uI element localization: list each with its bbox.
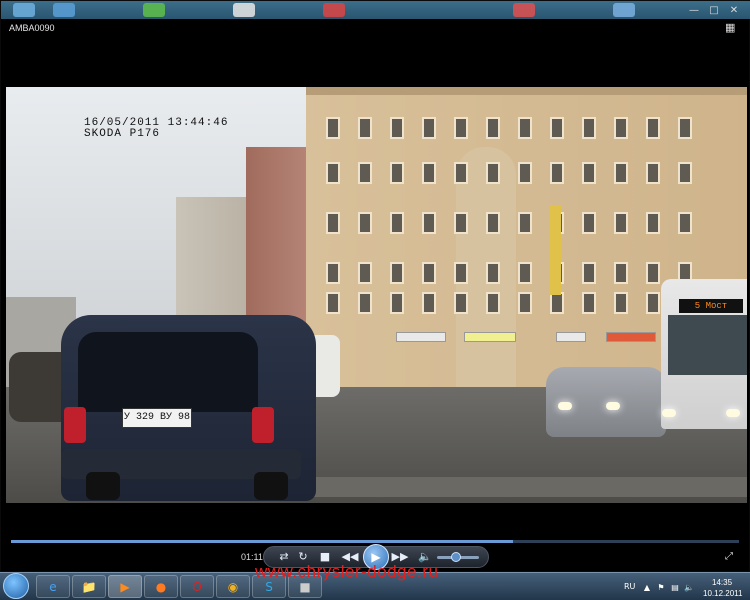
media-player-window: — □ ✕ AMBA0090 ▦ 5 Мост У 329 ВУ 98 16/0… xyxy=(0,0,750,572)
maximize-icon[interactable]: □ xyxy=(707,5,721,17)
shop-sign xyxy=(556,332,586,342)
minimize-icon[interactable]: — xyxy=(687,5,701,17)
internet-explorer-icon[interactable]: e xyxy=(36,575,70,598)
bus-destination-sign: 5 Мост xyxy=(679,299,743,313)
watermark: www.chrysler-dodge.ru xyxy=(255,562,439,581)
start-orb-icon[interactable] xyxy=(3,573,29,599)
elapsed-time: 01:11 xyxy=(241,552,263,562)
shop-sign xyxy=(606,332,656,342)
file-explorer-icon[interactable]: 📁 xyxy=(72,575,106,598)
speaker-icon[interactable]: 🔈 xyxy=(684,583,694,593)
license-plate: У 329 ВУ 98 xyxy=(122,408,192,428)
chrome-icon[interactable]: ◉ xyxy=(216,575,250,598)
network-icon[interactable]: ▤ xyxy=(670,583,680,593)
media-player-icon[interactable]: ▶ xyxy=(108,575,142,598)
video-frame[interactable]: 5 Мост У 329 ВУ 98 16/05/2011 13:44:46 S… xyxy=(6,87,747,503)
clock-time[interactable]: 14:35 xyxy=(712,578,732,587)
minivan-rear-window xyxy=(78,332,258,412)
window-titlebar[interactable]: — □ ✕ xyxy=(5,5,747,19)
headlight xyxy=(726,409,740,417)
window-row xyxy=(326,162,736,184)
switch-view-icon[interactable]: ▦ xyxy=(725,21,739,35)
firefox-icon[interactable]: ● xyxy=(144,575,178,598)
clock-date[interactable]: 10.12.2011 xyxy=(703,589,742,598)
window-title: AMBA0090 xyxy=(9,23,55,33)
wheel xyxy=(86,472,120,500)
language-indicator[interactable]: RU xyxy=(624,582,635,591)
seek-bar-progress[interactable] xyxy=(11,540,513,543)
tray-expand-icon[interactable]: ▲ xyxy=(642,583,652,593)
shop-sign xyxy=(464,332,516,342)
headlight xyxy=(662,409,676,417)
headlight xyxy=(558,402,572,410)
shop-sign xyxy=(396,332,446,342)
volume-slider-handle[interactable] xyxy=(451,552,461,562)
tail-light xyxy=(64,407,86,443)
flag-icon[interactable]: ⚑ xyxy=(656,583,666,593)
bus-windshield xyxy=(668,315,747,375)
tail-light xyxy=(252,407,274,443)
wheel xyxy=(254,472,288,500)
opera-icon[interactable]: O xyxy=(180,575,214,598)
window-row xyxy=(326,117,736,139)
close-icon[interactable]: ✕ xyxy=(727,5,741,17)
osd-label: SKODA P176 xyxy=(84,128,161,140)
window-row xyxy=(326,212,736,234)
sidewalk xyxy=(306,477,747,497)
roof-line xyxy=(306,87,747,95)
fullscreen-icon[interactable]: ⤢ xyxy=(725,551,739,563)
yellow-banner xyxy=(549,205,561,295)
headlight xyxy=(606,402,620,410)
